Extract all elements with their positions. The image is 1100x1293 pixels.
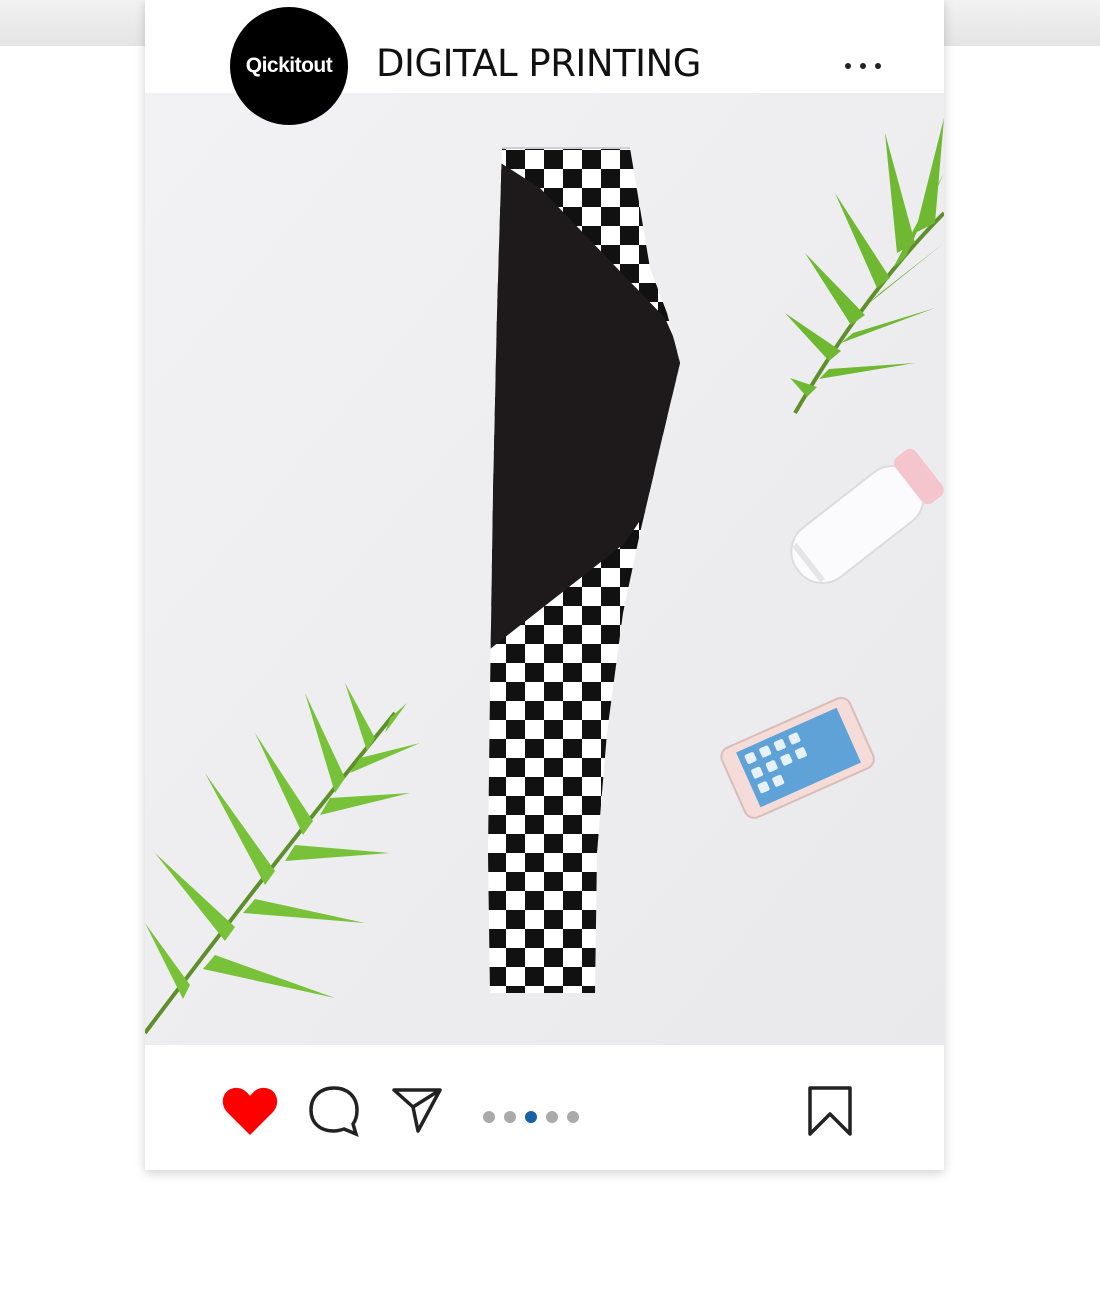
product-photo (145, 93, 944, 1045)
avatar-logo-text: Qickitout (245, 54, 333, 77)
account-name[interactable]: DIGITAL PRINTING (376, 42, 701, 85)
more-dot (845, 63, 851, 69)
carousel-dot[interactable] (567, 1111, 579, 1123)
more-dot (875, 63, 881, 69)
bookmark-icon[interactable] (807, 1085, 853, 1137)
carousel-dot[interactable] (546, 1111, 558, 1123)
avatar[interactable]: Qickitout (230, 7, 348, 125)
carousel-dot[interactable] (525, 1111, 537, 1123)
carousel-dot[interactable] (483, 1111, 495, 1123)
carousel-dot[interactable] (504, 1111, 516, 1123)
more-options-icon[interactable] (845, 55, 881, 77)
carousel-dots (483, 1111, 579, 1123)
post-image[interactable] (145, 93, 944, 1045)
post-card: Qickitout DIGITAL PRINTING (145, 0, 944, 1170)
comment-icon[interactable] (308, 1085, 360, 1138)
more-dot (860, 63, 866, 69)
action-bar (145, 1045, 944, 1170)
send-icon[interactable] (391, 1085, 443, 1135)
heart-icon[interactable] (222, 1085, 278, 1137)
post-header: Qickitout DIGITAL PRINTING (145, 0, 944, 125)
